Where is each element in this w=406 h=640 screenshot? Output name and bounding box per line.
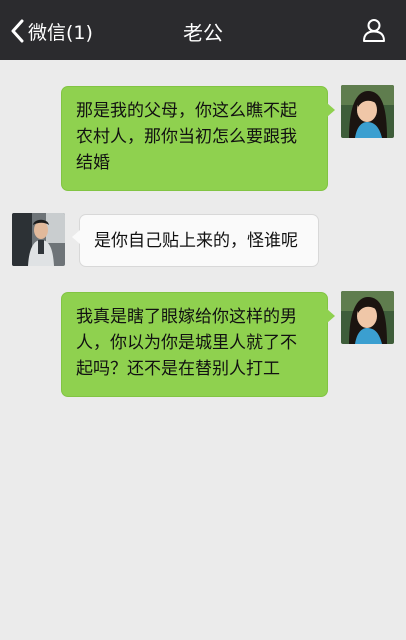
- my-avatar[interactable]: [341, 291, 394, 344]
- chat-header: 微信(1) 老公: [0, 0, 406, 60]
- husband-avatar[interactable]: [12, 213, 65, 266]
- person-icon[interactable]: [362, 18, 386, 42]
- my-avatar[interactable]: [341, 85, 394, 138]
- message-text: 是你自己贴上来的，怪谁呢: [94, 231, 298, 251]
- message-text: 我真是瞎了眼嫁给你这样的男人，你以为你是城里人就了不起吗？还不是在替别人打工: [76, 307, 297, 379]
- message-bubble-incoming: 是你自己贴上来的，怪谁呢: [72, 214, 319, 267]
- message-text: 那是我的父母，你这么瞧不起农村人，那你当初怎么要跟我结婚: [76, 101, 297, 173]
- message-bubble-outgoing: 我真是瞎了眼嫁给你这样的男人，你以为你是城里人就了不起吗？还不是在替别人打工: [61, 292, 335, 397]
- chat-title: 老公: [183, 21, 223, 45]
- message-bubble-outgoing: 那是我的父母，你这么瞧不起农村人，那你当初怎么要跟我结婚: [61, 86, 335, 191]
